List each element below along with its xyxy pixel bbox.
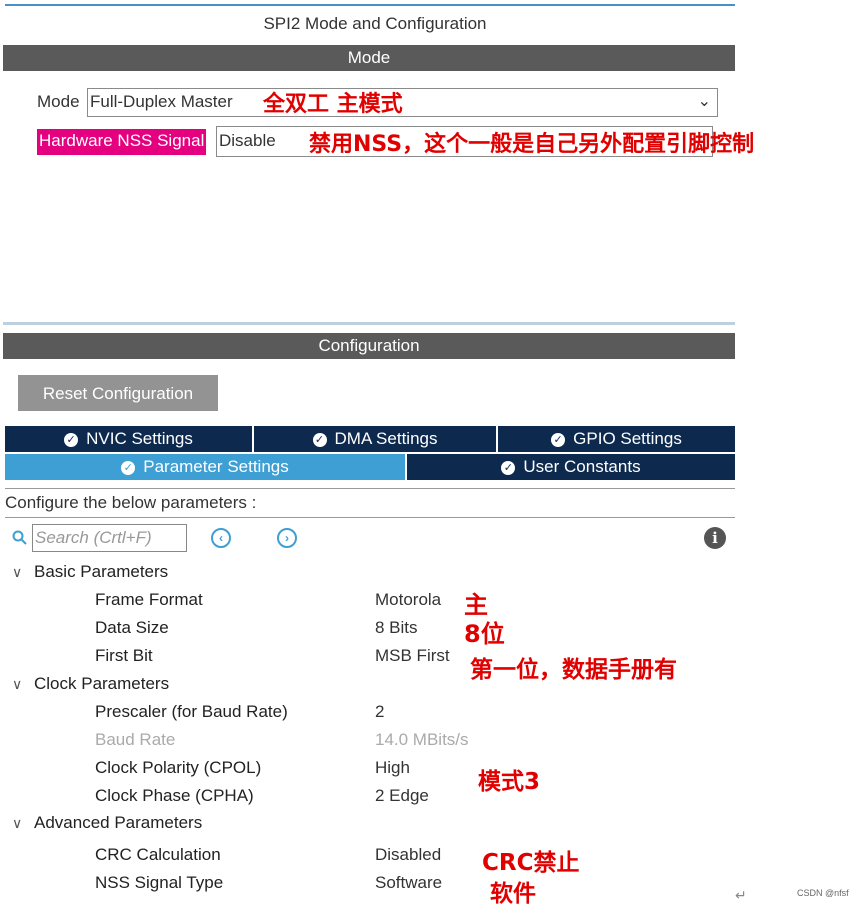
param-cpol-value[interactable]: High bbox=[375, 758, 410, 778]
chevron-down-icon: ⌄ bbox=[697, 93, 711, 110]
first-bit-annotation: 第一位，数据手册有 bbox=[470, 657, 677, 683]
tab-gpio-settings[interactable]: ✓ GPIO Settings bbox=[498, 426, 735, 452]
param-crc-value[interactable]: Disabled bbox=[375, 845, 441, 865]
mode-label: Mode bbox=[37, 92, 80, 111]
param-cpha-name: Clock Phase (CPHA) bbox=[95, 786, 254, 805]
param-baud-rate-name: Baud Rate bbox=[95, 730, 176, 749]
tab-label: NVIC Settings bbox=[86, 429, 193, 448]
check-circle-icon: ✓ bbox=[64, 433, 79, 447]
param-data-size-value[interactable]: 8 Bits bbox=[375, 618, 418, 638]
search-input[interactable]: Search (Crtl+F) bbox=[32, 524, 187, 552]
top-accent-line bbox=[5, 4, 735, 6]
tab-label: Parameter Settings bbox=[143, 457, 289, 476]
tab-user-constants[interactable]: ✓ User Constants bbox=[407, 454, 735, 480]
chevron-down-icon: ∨ bbox=[12, 676, 23, 692]
chevron-down-icon: ∨ bbox=[12, 815, 23, 831]
check-circle-icon: ✓ bbox=[121, 461, 136, 475]
check-circle-icon: ✓ bbox=[312, 433, 327, 447]
tab-nvic-settings[interactable]: ✓ NVIC Settings bbox=[5, 426, 254, 452]
mode-section-header: Mode bbox=[3, 45, 735, 71]
param-cpol-name: Clock Polarity (CPOL) bbox=[95, 758, 262, 777]
chevron-down-icon: ∨ bbox=[12, 564, 23, 580]
nss-annotation: 禁用NSS，这个一般是自己另外配置引脚控制 bbox=[309, 132, 755, 157]
group-label: Basic Parameters bbox=[34, 562, 169, 581]
group-label: Advanced Parameters bbox=[34, 813, 203, 832]
mode-annotation: 全双工 主模式 bbox=[263, 92, 403, 117]
param-nss-signal-type-value[interactable]: Software bbox=[375, 873, 442, 893]
group-label: Clock Parameters bbox=[34, 674, 170, 693]
crc-annotation: CRC禁止 bbox=[482, 850, 580, 876]
previous-result-icon[interactable]: ‹ bbox=[211, 528, 231, 548]
configure-instruction: Configure the below parameters : bbox=[5, 488, 735, 518]
group-basic-parameters[interactable]: ∨ Basic Parameters bbox=[12, 562, 168, 582]
param-first-bit-name: First Bit bbox=[95, 646, 153, 665]
watermark: CSDN @nfsf bbox=[797, 888, 849, 898]
check-circle-icon: ✓ bbox=[551, 433, 566, 447]
nss-label: Hardware NSS Signal bbox=[37, 129, 207, 155]
panel-title: SPI2 Mode and Configuration bbox=[263, 14, 487, 33]
param-prescaler-value[interactable]: 2 bbox=[375, 702, 384, 722]
clock-mode-annotation: 模式3 bbox=[478, 769, 541, 795]
param-first-bit-value[interactable]: MSB First bbox=[375, 646, 450, 666]
tab-label: DMA Settings bbox=[334, 429, 438, 448]
param-cpha-value[interactable]: 2 Edge bbox=[375, 786, 429, 806]
tab-label: User Constants bbox=[523, 457, 641, 476]
nss-select-value: Disable bbox=[219, 131, 276, 150]
param-prescaler-name: Prescaler (for Baud Rate) bbox=[95, 702, 288, 721]
param-frame-format-name: Frame Format bbox=[95, 590, 203, 609]
configuration-section-header: Configuration bbox=[3, 333, 735, 359]
group-clock-parameters[interactable]: ∨ Clock Parameters bbox=[12, 674, 169, 694]
nss-type-annotation: 软件 bbox=[490, 881, 536, 907]
param-frame-format-value[interactable]: Motorola bbox=[375, 590, 441, 610]
next-result-icon[interactable]: › bbox=[277, 528, 297, 548]
reset-configuration-button[interactable]: Reset Configuration bbox=[18, 375, 218, 411]
tab-parameter-settings[interactable]: ✓ Parameter Settings bbox=[5, 454, 407, 480]
search-placeholder: Search (Crtl+F) bbox=[35, 528, 152, 547]
check-circle-icon: ✓ bbox=[501, 461, 516, 475]
group-advanced-parameters[interactable]: ∨ Advanced Parameters bbox=[12, 813, 202, 833]
param-crc-name: CRC Calculation bbox=[95, 845, 221, 864]
mode-select-value: Full-Duplex Master bbox=[90, 92, 233, 111]
info-icon[interactable]: i bbox=[704, 527, 726, 549]
return-arrow-icon: ↵ bbox=[735, 887, 747, 903]
param-data-size-name: Data Size bbox=[95, 618, 169, 637]
param-nss-signal-type-name: NSS Signal Type bbox=[95, 873, 224, 892]
param-baud-rate-value: 14.0 MBits/s bbox=[375, 730, 469, 749]
tab-label: GPIO Settings bbox=[573, 429, 682, 448]
search-icon bbox=[12, 530, 27, 545]
section-divider bbox=[3, 322, 735, 325]
data-size-annotation: 8位 bbox=[464, 620, 505, 648]
tab-dma-settings[interactable]: ✓ DMA Settings bbox=[254, 426, 498, 452]
